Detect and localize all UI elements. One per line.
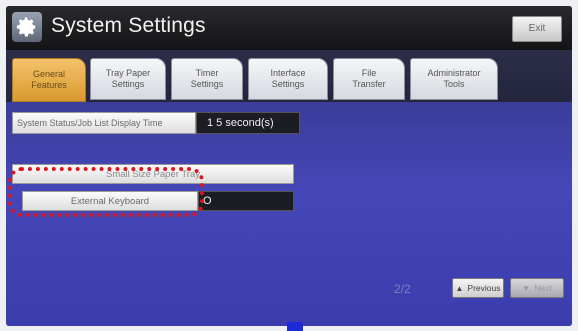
- up-arrow-icon: ▲: [455, 283, 464, 293]
- tab-bar: General Features Tray Paper Settings Tim…: [6, 50, 572, 102]
- previous-button[interactable]: ▲ Previous: [452, 278, 504, 298]
- title-bar: System Settings Exit: [6, 6, 572, 50]
- down-arrow-icon: ▼: [522, 283, 531, 293]
- tab-file-transfer[interactable]: File Transfer: [333, 58, 405, 100]
- settings-gear-icon: [12, 12, 42, 42]
- page-title: System Settings: [51, 14, 206, 37]
- next-button[interactable]: ▼ Next: [510, 278, 564, 298]
- tab-administrator-tools[interactable]: Administrator Tools: [410, 58, 498, 100]
- page-indicator: 2/2: [394, 282, 411, 296]
- tab-timer-settings[interactable]: Timer Settings: [171, 58, 243, 100]
- status-display-time-value: 1 5 second(s): [196, 112, 300, 134]
- tab-tray-paper-settings[interactable]: Tray Paper Settings: [90, 58, 166, 100]
- next-button-label: Next: [534, 283, 552, 293]
- touch-panel-screen: System Settings Exit General Features Tr…: [6, 6, 572, 326]
- highlight-annotation: [8, 167, 204, 217]
- previous-button-label: Previous: [467, 283, 501, 293]
- cursor-marker: [287, 322, 303, 331]
- exit-button[interactable]: Exit: [512, 16, 562, 42]
- tab-interface-settings[interactable]: Interface Settings: [248, 58, 328, 100]
- status-display-time-button[interactable]: System Status/Job List Display Time: [12, 112, 196, 134]
- external-keyboard-value: O: [198, 191, 294, 211]
- tab-general-features[interactable]: General Features: [12, 58, 86, 102]
